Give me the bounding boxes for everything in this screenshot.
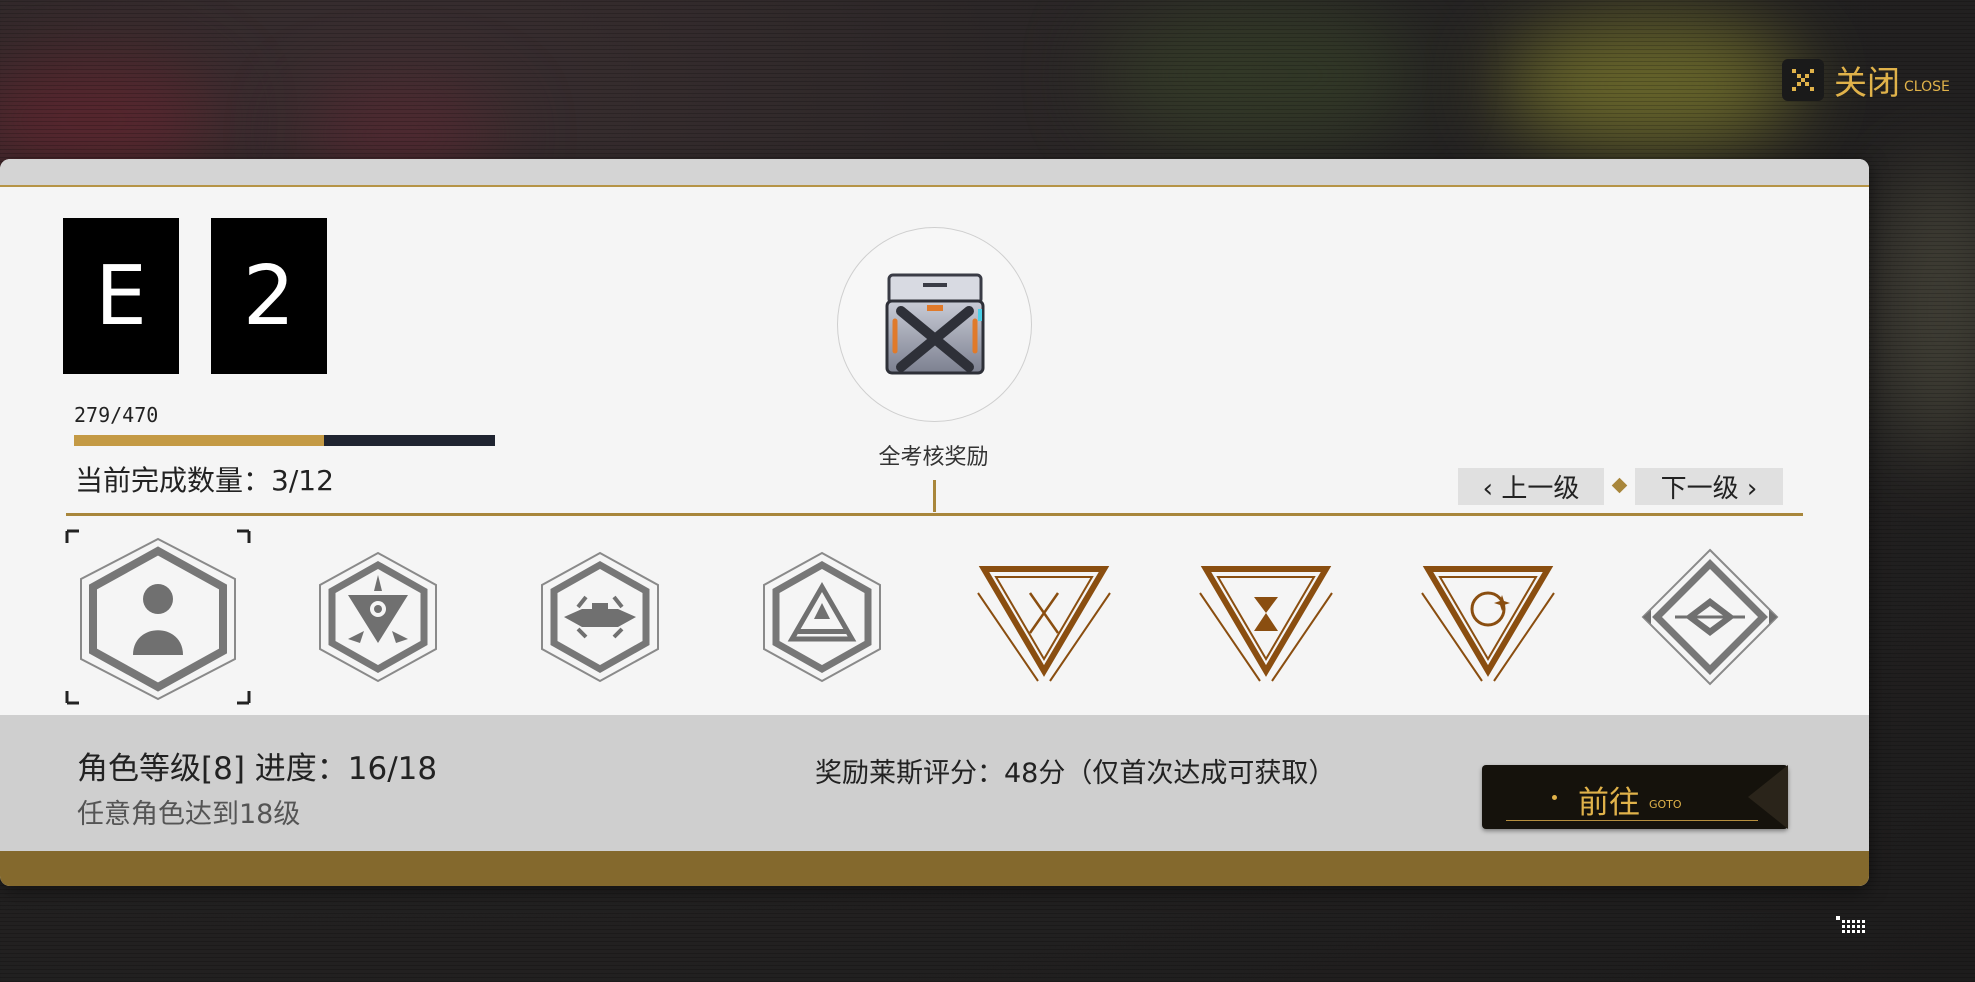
target-triangle-badge-icon [1421, 566, 1555, 682]
experience-bar [74, 435, 495, 446]
badge-target-triangle[interactable] [1393, 527, 1583, 707]
badge-diamond[interactable] [1615, 527, 1805, 707]
goto-sublabel: GOTO [1649, 798, 1682, 811]
grade-number: 2 [211, 218, 327, 374]
reward-connector [933, 480, 936, 512]
badge-hourglass-triangle[interactable] [1171, 527, 1361, 707]
keyboard-icon[interactable] [1836, 916, 1868, 938]
next-level-button[interactable]: 下一级 › [1635, 468, 1783, 505]
close-label: 关闭 [1834, 63, 1900, 102]
badge-sword-triangle[interactable] [949, 527, 1139, 707]
sword-triangle-badge-icon [977, 566, 1111, 682]
hourglass-triangle-badge-icon [1199, 566, 1333, 682]
pyramid-badge-icon [763, 551, 881, 683]
badge-character[interactable] [63, 527, 253, 707]
full-reward-button[interactable] [837, 227, 1032, 422]
grade-letter: E [63, 218, 179, 374]
task-reward-text: 奖励莱斯评分：48分（仅首次达成可获取） [815, 758, 1336, 789]
close-icon [1782, 59, 1824, 101]
goto-underline [1506, 820, 1758, 821]
experience-text: 279/470 [74, 403, 159, 427]
diamond-badge-icon [1641, 548, 1779, 686]
assessment-panel: E 2 279/470 当前完成数量：3/12 全考核奖励 ‹ 上一级 下一级 … [0, 159, 1869, 886]
badge-star-eye[interactable] [283, 527, 473, 707]
task-description: 任意角色达到18级 [77, 799, 301, 830]
nav-separator-diamond [1611, 477, 1628, 494]
completion-count: 当前完成数量：3/12 [75, 464, 334, 497]
task-info-section: 角色等级[8] 进度：16/18 任意角色达到18级 奖励莱斯评分：48分（仅首… [0, 715, 1869, 851]
star-eye-badge-icon [319, 551, 437, 683]
goto-button[interactable]: 前往 GOTO [1482, 765, 1788, 829]
panel-top-bar [0, 159, 1869, 187]
character-badge-icon [65, 529, 251, 705]
reward-crate-icon [885, 273, 984, 374]
badge-divider-line [66, 513, 1803, 516]
full-reward-label: 全考核奖励 [878, 445, 989, 470]
task-title: 角色等级[8] 进度：16/18 [77, 751, 438, 787]
goto-label: 前往 [1578, 785, 1640, 821]
close-button[interactable]: 关闭 CLOSE [1782, 55, 1950, 105]
badge-ship[interactable] [505, 527, 695, 707]
badge-pyramid[interactable] [727, 527, 917, 707]
goto-dot-icon [1552, 795, 1557, 800]
ship-badge-icon [541, 551, 659, 683]
close-sublabel: CLOSE [1904, 79, 1950, 95]
panel-bottom-band [0, 851, 1869, 886]
prev-level-button[interactable]: ‹ 上一级 [1458, 468, 1604, 505]
experience-bar-fill [74, 435, 324, 446]
